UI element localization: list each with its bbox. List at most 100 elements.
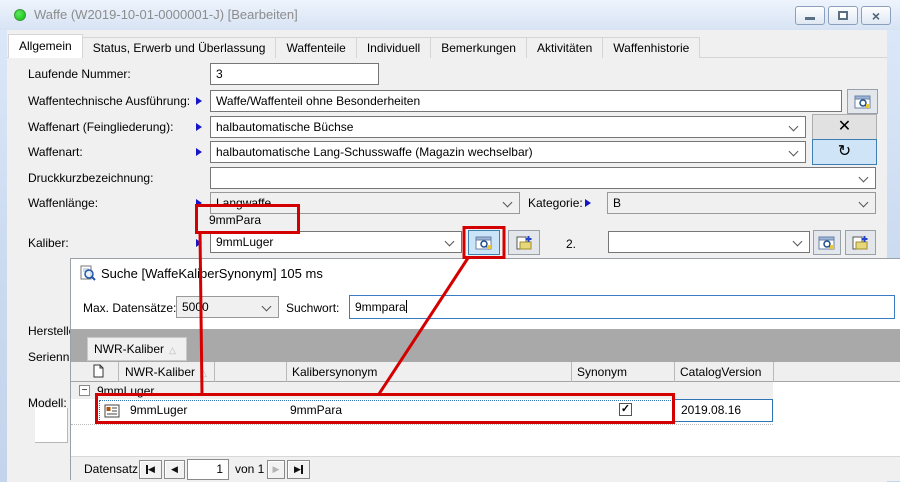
- field-arrow-icon: [196, 97, 202, 105]
- tab-status-erwerb[interactable]: Status, Erwerb und Überlassung: [82, 37, 277, 58]
- kaliber-label: Kaliber:: [28, 236, 69, 252]
- tab-individuell[interactable]: Individuell: [356, 37, 431, 58]
- search-window-icon: [475, 236, 493, 250]
- kaliber2-label: 2.: [566, 237, 576, 253]
- suchwort-label: Suchwort:: [286, 301, 339, 315]
- chevron-down-icon[interactable]: [859, 173, 869, 183]
- search-window-icon: [854, 95, 872, 109]
- kaliber-add-button[interactable]: [508, 230, 540, 255]
- title-bar: Waffe (W2019-10-01-0000001-J) [Bearbeite…: [0, 0, 900, 30]
- laufende-nummer-field[interactable]: 3: [210, 63, 379, 85]
- druckkurzbezeichnung-label: Druckkurzbezeichnung:: [28, 171, 153, 187]
- column-header-catalogversion[interactable]: CatalogVersion: [680, 365, 761, 379]
- group-by-chip[interactable]: NWR-Kaliber△: [87, 337, 187, 361]
- chevron-down-icon[interactable]: [793, 237, 803, 247]
- record-position-field[interactable]: 1: [187, 459, 229, 480]
- group-row[interactable]: [71, 382, 773, 399]
- refresh-icon: ↻: [838, 144, 851, 160]
- column-header-nwr-kaliber[interactable]: NWR-Kaliber△: [125, 365, 207, 379]
- row-selection-outline: [99, 400, 773, 422]
- group-by-band: [71, 329, 900, 362]
- kategorie-label: Kategorie:: [528, 196, 583, 212]
- close-button[interactable]: ×: [861, 6, 891, 25]
- nav-next-button[interactable]: ▶: [267, 460, 285, 479]
- ausfuehrung-field[interactable]: Waffe/Waffenteil ohne Besonderheiten: [210, 90, 842, 112]
- waffenlaenge-combobox[interactable]: Langwaffe: [210, 192, 520, 214]
- max-datensaetze-label: Max. Datensätze:: [83, 301, 176, 315]
- nav-first-icon: ◀: [148, 464, 155, 475]
- search-window-icon: [818, 236, 836, 250]
- field-arrow-icon: [196, 148, 202, 156]
- tab-aktivitaeten[interactable]: Aktivitäten: [526, 37, 603, 58]
- kaliber-synonym-annotation: 9mmPara: [209, 213, 261, 227]
- field-arrow-icon: [196, 123, 202, 131]
- chevron-down-icon[interactable]: [445, 237, 455, 247]
- nav-last-button[interactable]: ▶: [287, 460, 310, 479]
- waffenlaenge-label: Waffenlänge:: [28, 196, 98, 212]
- kaliber2-search-button[interactable]: [813, 230, 841, 255]
- ausfuehrung-search-button[interactable]: [847, 89, 878, 114]
- kaliber2-add-button[interactable]: [845, 230, 876, 255]
- window-title: Waffe (W2019-10-01-0000001-J) [Bearbeite…: [34, 7, 298, 22]
- record-icon: [104, 404, 120, 418]
- collapse-icon[interactable]: −: [79, 385, 90, 396]
- tab-allgemein[interactable]: Allgemein: [8, 34, 83, 58]
- cell-kalibersynonym: 9mmPara: [290, 403, 342, 417]
- laufende-nummer-label: Laufende Nummer:: [28, 67, 131, 83]
- suchwort-input[interactable]: 9mmpara: [349, 295, 895, 319]
- record-count-label: von 1: [235, 462, 264, 476]
- max-datensaetze-combobox[interactable]: 5000: [176, 296, 279, 318]
- chevron-down-icon[interactable]: [859, 198, 869, 208]
- close-icon: ×: [872, 9, 880, 23]
- kaliber-search-button[interactable]: [468, 230, 500, 255]
- nav-next-icon: ▶: [273, 464, 280, 475]
- sort-ascending-icon: △: [200, 368, 207, 378]
- check-icon: ✓: [621, 404, 630, 415]
- search-document-icon: [79, 265, 96, 282]
- waffenart-label: Waffenart:: [28, 145, 83, 161]
- chevron-down-icon[interactable]: [503, 198, 513, 208]
- chevron-down-icon[interactable]: [789, 122, 799, 132]
- field-arrow-icon: [196, 199, 202, 207]
- status-dot-icon: [14, 9, 26, 21]
- druckkurzbezeichnung-combobox[interactable]: [210, 167, 876, 189]
- cell-nwr-kaliber: 9mmLuger: [130, 403, 187, 417]
- kaliber2-combobox[interactable]: [608, 231, 810, 253]
- chevron-down-icon[interactable]: [789, 147, 799, 157]
- restore-icon: [838, 11, 848, 20]
- chevron-down-icon[interactable]: [262, 302, 272, 312]
- ausfuehrung-label: Waffentechnische Ausführung:: [28, 94, 190, 110]
- tab-bemerkungen[interactable]: Bemerkungen: [430, 37, 527, 58]
- minimize-button[interactable]: [795, 6, 825, 25]
- cell-catalog-version[interactable]: 2019.08.16: [674, 399, 773, 422]
- datensatz-label: Datensatz:: [84, 462, 141, 476]
- nav-first-button[interactable]: ◀: [139, 460, 162, 479]
- page-plus-icon: [516, 235, 533, 250]
- search-dialog: Suche [WaffeKaliberSynonym] 105 ms Max. …: [70, 258, 900, 480]
- nav-prev-icon: ◀: [171, 464, 178, 475]
- record-navigator: Datensatz: ◀ ◀ 1 von 1 ▶ ▶: [71, 456, 900, 481]
- restore-button[interactable]: [828, 6, 858, 25]
- text-caret: [406, 300, 407, 313]
- kategorie-combobox[interactable]: B: [607, 192, 876, 214]
- waffenart-combobox[interactable]: halbautomatische Lang-Schusswaffe (Magaz…: [210, 141, 806, 163]
- nav-prev-button[interactable]: ◀: [164, 460, 185, 479]
- minimize-icon: [805, 17, 815, 20]
- background-panel: [35, 408, 68, 443]
- synonym-checkbox[interactable]: ✓: [619, 403, 632, 416]
- seriennummer-label: Seriennu: [28, 350, 76, 366]
- field-arrow-icon: [196, 239, 202, 247]
- tab-waffenteile[interactable]: Waffenteile: [275, 37, 356, 58]
- refresh-button[interactable]: ↻: [812, 139, 877, 165]
- clear-button[interactable]: ✕: [812, 114, 877, 140]
- nav-last-icon: ▶: [294, 464, 301, 475]
- field-arrow-icon: [585, 199, 591, 207]
- column-header-kalibersynonym[interactable]: Kalibersynonym: [292, 365, 377, 379]
- page-icon: [93, 364, 104, 378]
- kaliber-combobox[interactable]: 9mmLuger: [210, 231, 462, 253]
- tab-waffenhistorie[interactable]: Waffenhistorie: [602, 37, 700, 58]
- app-window: Waffe (W2019-10-01-0000001-J) [Bearbeite…: [0, 0, 900, 482]
- feingliederung-combobox[interactable]: halbautomatische Büchse: [210, 116, 806, 138]
- group-row-value: 9mmLuger: [97, 384, 154, 398]
- column-header-synonym[interactable]: Synonym: [577, 365, 627, 379]
